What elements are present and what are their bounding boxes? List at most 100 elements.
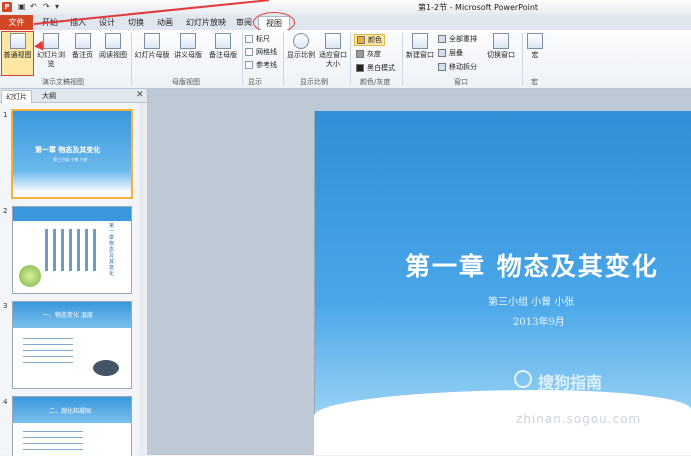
gridlines-checkbox[interactable]: 网格线 (245, 47, 277, 57)
slide-sorter-label: 幻灯片浏览 (37, 51, 65, 68)
slide-thumbnail-4[interactable]: 二、熔化和凝固 (12, 396, 132, 456)
arrange-all-icon (438, 35, 446, 43)
undo-icon[interactable]: ↶ (30, 2, 37, 11)
handout-master-label: 讲义母版 (174, 51, 202, 59)
annotation-arrowhead (33, 40, 44, 52)
thumbnails-scrollbar[interactable] (139, 103, 146, 455)
thumb-image (19, 265, 41, 287)
slide-title[interactable]: 第一章 物态及其变化 (405, 247, 659, 283)
ribbon-separator (350, 33, 351, 85)
handout-master-button[interactable]: 讲义母版 (171, 33, 205, 60)
title-bar (0, 0, 691, 15)
new-window-icon (412, 33, 428, 49)
group-label-color: 颜色/灰度 (360, 78, 391, 86)
notes-master-button[interactable]: 备注母版 (206, 33, 240, 60)
black-white-label: 黑白模式 (367, 64, 395, 72)
thumb-text-lines (23, 431, 83, 453)
reading-view-button[interactable]: 阅读视图 (97, 33, 129, 60)
ruler-checkbox[interactable]: 标尺 (245, 34, 270, 44)
black-white-swatch-icon (356, 64, 364, 72)
checkbox-icon (245, 61, 253, 69)
save-icon[interactable]: ▣ (18, 2, 26, 11)
checkbox-icon (245, 35, 253, 43)
arrange-all-label: 全部重排 (449, 35, 477, 43)
macros-button[interactable]: 宏 (525, 33, 545, 60)
switch-window-button[interactable]: 切换窗口 (484, 33, 518, 60)
slide-thumbnail-2[interactable]: 第一章 物态及其变化 (12, 206, 132, 294)
ruler-label: 标尺 (256, 35, 270, 43)
black-white-button[interactable]: 黑白模式 (356, 63, 395, 73)
ribbon-separator (242, 33, 243, 85)
tab-file[interactable]: 文件 (0, 15, 33, 30)
window-title: 第1-2节 - Microsoft PowerPoint (418, 3, 539, 12)
notes-master-label: 备注母版 (209, 51, 237, 59)
group-label-show: 显示 (248, 78, 262, 86)
panel-tab-slides[interactable]: 幻灯片 (1, 90, 32, 103)
macros-icon (527, 33, 543, 49)
slide-sorter-icon (43, 33, 59, 49)
group-label-zoom: 显示比例 (300, 78, 328, 86)
checkbox-icon (245, 48, 253, 56)
color-label: 颜色 (368, 36, 382, 44)
thumb-subtitle: 第三小组 小曾 小张 (53, 157, 88, 162)
notes-page-label: 备注页 (72, 51, 93, 59)
tab-transitions[interactable]: 切换 (128, 15, 144, 30)
grayscale-swatch-icon (356, 50, 364, 58)
move-split-button[interactable]: 移动拆分 (438, 62, 477, 72)
normal-view-button[interactable]: 普通视图 (2, 33, 33, 60)
tab-review[interactable]: 审阅 (236, 15, 252, 30)
tab-animations[interactable]: 动画 (157, 15, 173, 30)
zoom-label: 显示比例 (287, 51, 315, 59)
macros-label: 宏 (531, 51, 539, 59)
group-label-presentation-views: 演示文稿视图 (42, 78, 84, 86)
move-split-icon (438, 63, 446, 71)
fit-to-window-label: 适应窗口大小 (319, 51, 347, 68)
magnifier-icon (293, 33, 309, 49)
thumb-text-columns (45, 229, 99, 271)
group-label-window: 窗口 (454, 78, 468, 86)
slide-master-button[interactable]: 幻灯片母版 (134, 33, 170, 60)
close-icon[interactable]: ✕ (136, 90, 144, 100)
slide-subtitle[interactable]: 第三小组 小曾 小张 (488, 293, 574, 308)
color-swatch-icon (357, 36, 365, 44)
slide-thumbnail-3[interactable]: 一、物态变化 温度 (12, 301, 132, 389)
guides-checkbox[interactable]: 参考线 (245, 60, 277, 70)
tab-slideshow[interactable]: 幻灯片放映 (186, 15, 226, 30)
slide-thumbnail-1[interactable]: 第一章 物态及其变化 第三小组 小曾 小张 (11, 109, 133, 199)
slide-sorter-button[interactable]: 幻灯片浏览 (34, 33, 68, 69)
cascade-label: 层叠 (449, 49, 463, 57)
thumb-title: 第一章 物态及其变化 (35, 146, 101, 154)
zoom-button[interactable]: 显示比例 (285, 33, 317, 60)
panel-tab-outline[interactable]: 大纲 (38, 90, 60, 102)
powerpoint-app-icon[interactable]: P (2, 2, 12, 12)
grayscale-button[interactable]: 灰度 (356, 49, 381, 59)
redo-icon[interactable]: ↷ (43, 2, 50, 11)
qat-customize-icon[interactable]: ▾ (55, 2, 59, 11)
grayscale-label: 灰度 (367, 50, 381, 58)
slide-date[interactable]: 2013年9月 (513, 313, 565, 328)
sogou-logo-icon (514, 370, 532, 388)
watermark-text: 搜狗指南 (538, 373, 603, 392)
slide-number: 1 (3, 111, 8, 119)
fit-to-window-button[interactable]: 适应窗口大小 (318, 33, 348, 69)
ribbon-separator (131, 33, 132, 85)
switch-window-label: 切换窗口 (487, 51, 515, 59)
watermark-url: zhinan.sogou.com (516, 412, 642, 426)
arrange-all-button[interactable]: 全部重排 (438, 34, 477, 44)
thumb-header-band (13, 207, 131, 221)
cascade-button[interactable]: 层叠 (438, 48, 463, 58)
guides-label: 参考线 (256, 61, 277, 69)
slide-number: 4 (3, 398, 8, 406)
new-window-button[interactable]: 新建窗口 (404, 33, 436, 60)
cascade-icon (438, 49, 446, 57)
notes-page-button[interactable]: 备注页 (69, 33, 96, 60)
ribbon-separator (402, 33, 403, 85)
ribbon-separator (283, 33, 284, 85)
thumb-title: 一、物态变化 温度 (43, 312, 93, 319)
handout-master-icon (180, 33, 196, 49)
slide-number: 2 (3, 207, 8, 215)
reading-view-label: 阅读视图 (99, 51, 127, 59)
notes-master-icon (215, 33, 231, 49)
color-button[interactable]: 颜色 (354, 34, 385, 46)
move-split-label: 移动拆分 (449, 63, 477, 71)
